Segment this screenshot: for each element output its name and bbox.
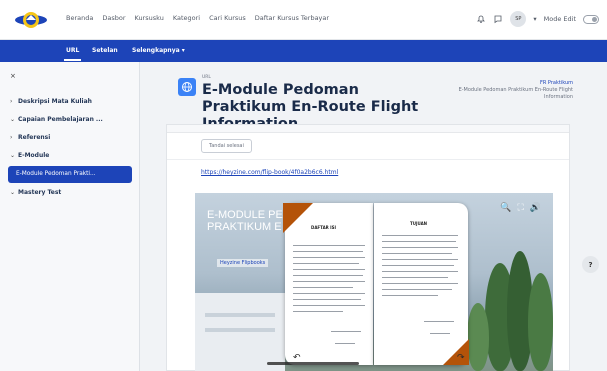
text-line — [293, 281, 365, 283]
text-line — [335, 343, 355, 345]
chevron-down-icon: ⌄ — [10, 189, 16, 196]
sidebar-item-referensi[interactable]: › Referensi — [10, 134, 50, 141]
activity-type-label: URL — [202, 75, 211, 80]
text-line — [430, 333, 450, 335]
text-line — [293, 263, 359, 265]
sidebar-item-e-module-pedoman[interactable]: E-Module Pedoman Prakti... — [8, 166, 132, 183]
flipbook-page-left[interactable]: DAFTAR ISI — [283, 203, 373, 365]
chevron-down-icon: ⌄ — [10, 152, 16, 159]
text-line — [293, 245, 365, 247]
flipbook-toolbar: 🔍 ⛶ 🔊 — [500, 203, 541, 213]
flipbook-scrollbar[interactable] — [267, 362, 359, 365]
tree-image — [467, 303, 489, 371]
breadcrumb-link[interactable]: FR Praktikum — [438, 80, 573, 87]
text-line — [382, 235, 458, 237]
breadcrumb-current: E-Module Pedoman Praktikum En-Route Flig… — [458, 87, 573, 100]
text-line — [293, 311, 343, 313]
cover-title-line: E-MODULE PE — [207, 209, 283, 221]
text-line — [424, 321, 454, 323]
nav-kategori[interactable]: Kategori — [173, 14, 200, 22]
text-line — [293, 299, 361, 301]
cover-title-line: PRAKTIKUM E — [207, 221, 282, 233]
text-line — [382, 241, 456, 243]
text-line — [331, 331, 361, 333]
tab-selengkapnya[interactable]: Selengkapnya ▾ — [132, 47, 185, 54]
text-line — [382, 289, 452, 291]
site-logo[interactable] — [14, 6, 48, 34]
chat-icon[interactable] — [493, 14, 503, 24]
text-line — [293, 305, 365, 307]
flipbook-viewer[interactable]: E-MODULE PE PRAKTIKUM E Heyzine Flipbook… — [195, 193, 553, 371]
sidebar-item-label: Referensi — [18, 134, 51, 141]
avatar[interactable]: SP — [510, 11, 527, 27]
text-line — [382, 265, 454, 267]
chevron-right-icon: › — [10, 134, 13, 141]
nav-daftar-kursus[interactable]: Daftar Kursus Terbayar — [255, 14, 329, 22]
text-line — [293, 269, 365, 271]
divider — [167, 159, 569, 160]
building-window-row — [205, 313, 275, 317]
edit-mode-toggle[interactable] — [583, 14, 599, 24]
page-corner-decoration — [443, 339, 469, 365]
chevron-down-icon: ⌄ — [10, 116, 16, 123]
next-page-icon[interactable]: ↷ — [457, 353, 465, 363]
text-line — [382, 271, 458, 273]
sidebar-item-deskripsi[interactable]: › Deskripsi Mata Kuliah — [10, 98, 92, 105]
help-button[interactable]: ? — [582, 256, 599, 273]
text-line — [293, 293, 365, 295]
text-line — [293, 287, 353, 289]
page-corner-decoration — [283, 203, 313, 233]
course-index-drawer: × › Deskripsi Mata Kuliah ⌄ Capaian Pembel… — [0, 62, 140, 371]
nav-cari-kursus[interactable]: Cari Kursus — [209, 14, 246, 22]
page-heading: TUJUAN — [410, 221, 428, 226]
chevron-right-icon: › — [10, 98, 13, 105]
sidebar-item-label: Capaian Pembelajaran ... — [18, 116, 103, 123]
bell-icon[interactable] — [476, 14, 486, 24]
card-header-strip — [167, 125, 569, 133]
top-navbar: Beranda Dasbor Kursusku Kategori Cari Ku… — [0, 0, 607, 40]
text-line — [382, 259, 458, 261]
nav-beranda[interactable]: Beranda — [66, 14, 93, 22]
flipbook-page-right[interactable]: TUJUAN — [374, 203, 469, 365]
primary-nav: Beranda Dasbor Kursusku Kategori Cari Ku… — [66, 14, 329, 22]
external-url-link[interactable]: https://heyzine.com/flip-book/4f0a2b6c6.… — [201, 169, 338, 176]
fullscreen-icon[interactable]: ⛶ — [517, 203, 523, 213]
sidebar-item-label: Mastery Test — [18, 189, 62, 196]
globe-icon — [182, 82, 192, 92]
activity-content-card: Tandai selesai https://heyzine.com/flip-… — [166, 124, 570, 371]
text-line — [293, 257, 365, 259]
chevron-down-icon[interactable]: ▾ — [533, 15, 536, 23]
tab-setelan[interactable]: Setelan — [92, 47, 118, 54]
url-activity-icon — [178, 78, 196, 96]
text-line — [382, 247, 458, 249]
sidebar-item-capaian[interactable]: ⌄ Capaian Pembelajaran ... — [10, 116, 103, 123]
text-line — [293, 275, 363, 277]
nav-kursusku[interactable]: Kursusku — [135, 14, 164, 22]
edit-mode-label: Mode Edit — [543, 15, 576, 23]
mark-done-button[interactable]: Tandai selesai — [201, 139, 252, 153]
text-line — [293, 251, 363, 253]
text-line — [382, 295, 438, 297]
tab-url[interactable]: URL — [63, 47, 82, 61]
sidebar-item-e-module[interactable]: ⌄ E-Module — [10, 152, 49, 159]
text-line — [382, 283, 458, 285]
breadcrumb: FR Praktikum E-Module Pedoman Praktikum … — [438, 80, 573, 101]
close-drawer-icon[interactable]: × — [10, 72, 16, 80]
building-image — [195, 293, 285, 371]
cover-title-text: E-MODULE PE PRAKTIKUM E — [207, 209, 283, 233]
zoom-icon[interactable]: 🔍 — [500, 203, 511, 213]
building-window-row — [205, 328, 275, 332]
sidebar-item-label: Deskripsi Mata Kuliah — [18, 98, 92, 105]
topbar-actions: SP ▾ Mode Edit — [476, 11, 599, 27]
sidebar-item-mastery-test[interactable]: ⌄ Mastery Test — [10, 189, 61, 196]
text-line — [382, 277, 448, 279]
tree-image — [528, 273, 553, 371]
secondary-nav: URL Setelan Selengkapnya ▾ — [0, 40, 607, 62]
sound-icon[interactable]: 🔊 — [530, 203, 541, 213]
page-heading: DAFTAR ISI — [311, 225, 336, 230]
sidebar-item-label: E-Module — [18, 152, 50, 159]
heyzine-brand: Heyzine Flipbooks — [217, 259, 269, 267]
text-line — [382, 253, 452, 255]
nav-dasbor[interactable]: Dasbor — [102, 14, 125, 22]
